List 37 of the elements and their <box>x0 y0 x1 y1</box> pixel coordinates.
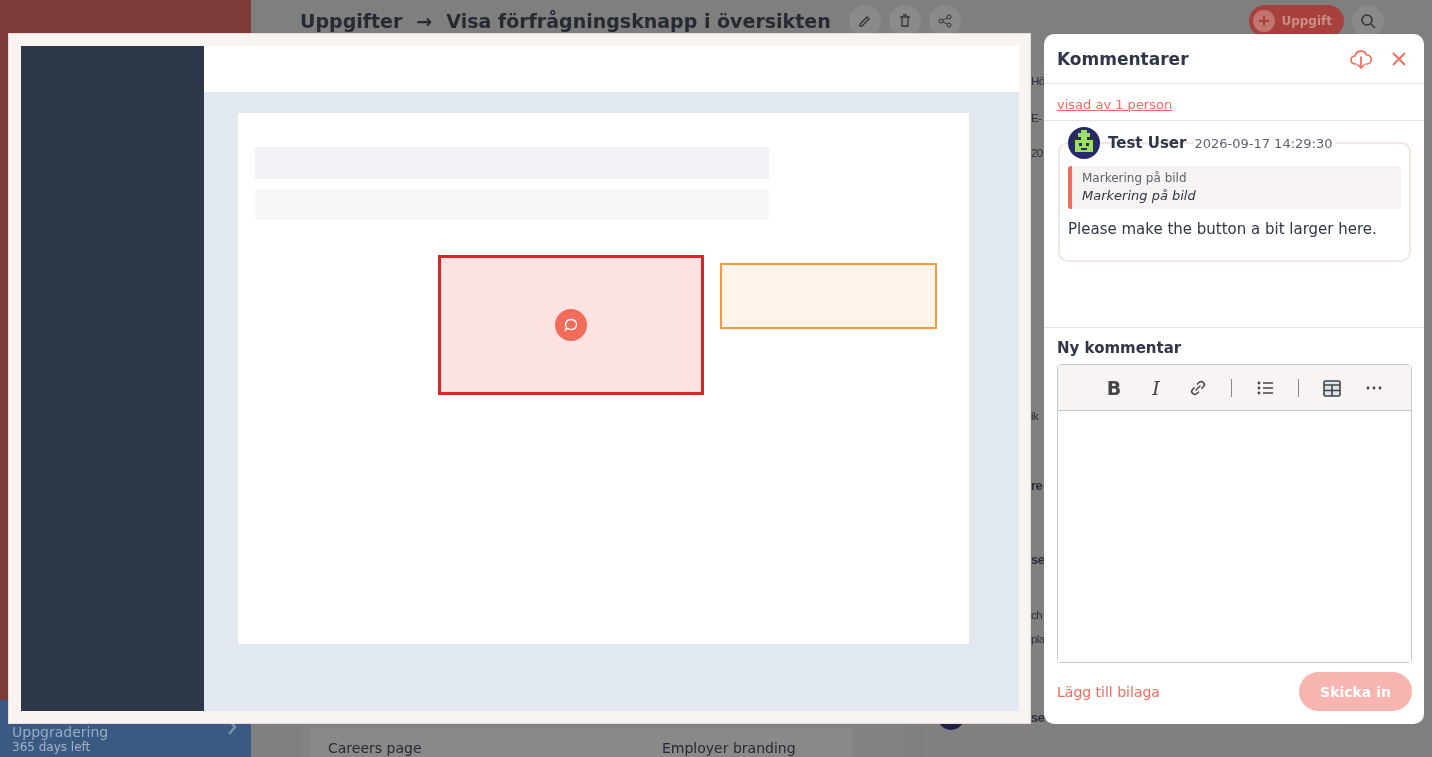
page-title: Visa förfrågningsknapp i översikten <box>446 11 831 31</box>
panel-title: Kommentarer <box>1057 48 1190 69</box>
attach-link[interactable]: Lägg till bilaga <box>1057 683 1160 700</box>
plus-icon <box>1253 10 1276 32</box>
search-icon <box>1359 12 1377 30</box>
detail-text: 20 <box>1031 146 1043 161</box>
quote-text: Markering på bild <box>1082 188 1197 203</box>
days-left-text: 365 days left <box>12 740 91 754</box>
table-cell-text: Employer branding <box>662 740 797 757</box>
author-name: Test User <box>1108 134 1187 152</box>
detail-text: E- <box>1031 111 1042 126</box>
share-icon <box>935 12 954 30</box>
detail-text: ch <box>1031 608 1042 623</box>
cloud-download-icon[interactable] <box>1350 47 1372 70</box>
viewed-by-link[interactable]: visad av 1 person <box>1057 97 1173 112</box>
detail-text: pla <box>1031 632 1045 647</box>
table-cell-text: Careers page <box>328 740 423 757</box>
new-task-button[interactable]: Uppgift <box>1249 5 1344 37</box>
breadcrumb-link[interactable]: Uppgifter <box>300 11 403 31</box>
comment-text: Please make the button a bit larger here. <box>1068 220 1378 238</box>
detail-text: ik <box>1031 409 1039 424</box>
section-title: Ny kommentar <box>1057 339 1183 357</box>
arrow-text: → <box>416 11 433 31</box>
bold-button[interactable]: B <box>1093 371 1135 404</box>
comment-pin-icon[interactable] <box>555 309 587 341</box>
comment-editor[interactable]: B I <box>1057 364 1412 663</box>
annotation-box[interactable] <box>438 255 704 395</box>
detail-text: re <box>1031 477 1043 495</box>
quote-label: Markering på bild <box>1082 171 1188 185</box>
table-icon[interactable] <box>1322 377 1342 398</box>
upgrade-title: Uppgradering <box>12 724 109 740</box>
close-icon[interactable] <box>1392 51 1406 66</box>
search-button[interactable] <box>1352 5 1384 37</box>
italic-button[interactable]: I <box>1135 371 1177 404</box>
avatar-icon <box>1068 127 1100 159</box>
detail-text: se <box>1031 709 1045 727</box>
detail-text: se <box>1031 551 1045 569</box>
